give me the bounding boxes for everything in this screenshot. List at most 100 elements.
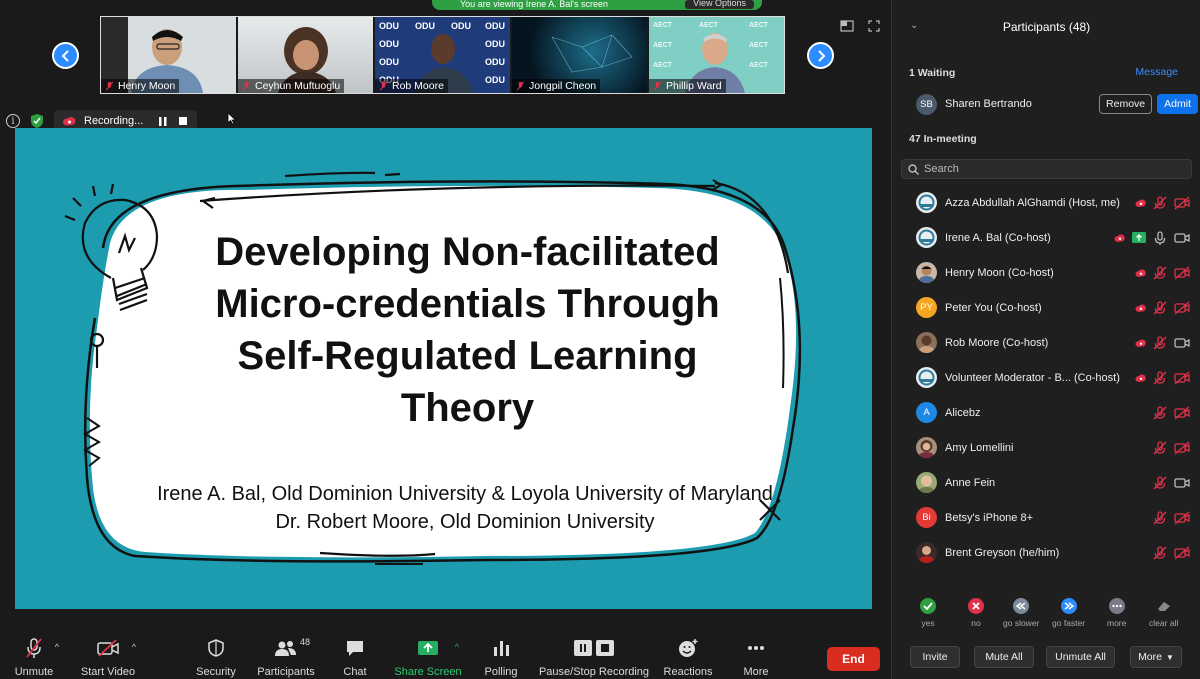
- video-tile-ceyhun-muftuoglu[interactable]: Ceyhun Muftuoglu: [238, 17, 373, 93]
- end-meeting-button[interactable]: End: [827, 647, 880, 671]
- participant-row[interactable]: PY Peter You (Co-host): [892, 290, 1200, 325]
- video-off-icon[interactable]: [1174, 510, 1190, 525]
- svg-text:ODU: ODU: [379, 21, 399, 31]
- video-tile-jongpil-cheon[interactable]: Jongpil Cheon: [512, 17, 647, 93]
- svg-text:AECT: AECT: [653, 42, 673, 49]
- reaction-more[interactable]: more: [1107, 598, 1126, 628]
- video-off-icon[interactable]: [1174, 265, 1190, 280]
- video-tile-henry-moon[interactable]: Henry Moon: [101, 17, 236, 93]
- participant-search: [901, 159, 1192, 179]
- avatar: [916, 227, 937, 248]
- pause-stop-recording-button[interactable]: Pause/Stop Recording: [539, 636, 649, 678]
- reaction-go-faster[interactable]: go faster: [1052, 598, 1085, 628]
- avatar: [916, 437, 937, 458]
- participant-row[interactable]: Amy Lomellini: [892, 430, 1200, 465]
- muted-mic-icon: [242, 81, 251, 91]
- view-options-button[interactable]: View Options: [685, 0, 754, 9]
- muted-mic-icon[interactable]: [1153, 300, 1167, 315]
- video-off-icon[interactable]: [1174, 300, 1190, 315]
- video-icon[interactable]: [1174, 231, 1190, 245]
- share-options-caret[interactable]: ^: [455, 642, 459, 652]
- chevron-right-icon: [817, 49, 825, 62]
- mic-icon[interactable]: [1153, 230, 1167, 245]
- participant-row[interactable]: Brent Greyson (he/him): [892, 535, 1200, 570]
- invite-button[interactable]: Invite: [910, 646, 960, 668]
- participant-row[interactable]: Azza Abdullah AlGhamdi (Host, me): [892, 185, 1200, 220]
- unmute-button[interactable]: ^ Unmute: [15, 636, 59, 678]
- reactions-button[interactable]: Reactions: [664, 636, 712, 678]
- stop-recording-icon[interactable]: [179, 116, 188, 125]
- cloud-record-icon: [63, 117, 76, 126]
- mute-all-button[interactable]: Mute All: [974, 646, 1034, 668]
- video-off-icon[interactable]: [1174, 545, 1190, 560]
- unmute-all-button[interactable]: Unmute All: [1046, 646, 1115, 668]
- admit-button[interactable]: Admit: [1157, 94, 1198, 114]
- muted-mic-icon[interactable]: [1153, 195, 1167, 210]
- message-waiting-link[interactable]: Message: [1135, 66, 1178, 78]
- pause-stop-icon: [574, 640, 614, 656]
- muted-mic-icon[interactable]: [1153, 265, 1167, 280]
- info-icon[interactable]: i: [6, 114, 20, 128]
- participant-row[interactable]: Anne Fein: [892, 465, 1200, 500]
- participant-row[interactable]: Rob Moore (Co-host): [892, 325, 1200, 360]
- video-off-icon[interactable]: [1174, 440, 1190, 455]
- muted-mic-icon[interactable]: [1153, 335, 1167, 350]
- gallery-next-button[interactable]: [807, 42, 834, 69]
- screen-share-banner: You are viewing Irene A. Bal's screen Vi…: [432, 0, 762, 10]
- remove-button[interactable]: Remove: [1099, 94, 1153, 114]
- video-icon[interactable]: [1174, 476, 1190, 490]
- tile-name-label: Ceyhun Muftuoglu: [238, 79, 345, 93]
- meeting-toolbar: ^ Unmute ^ Start Video Security 48 Parti…: [0, 636, 890, 679]
- reaction-clear-all[interactable]: clear all: [1149, 598, 1178, 628]
- panel-footer: Invite Mute All Unmute All More ▼: [892, 646, 1200, 670]
- participants-button[interactable]: 48 Participants: [257, 636, 315, 678]
- share-screen-button[interactable]: ^ Share Screen: [394, 636, 462, 678]
- video-tile-rob-moore[interactable]: ODUODUODUODU ODUODU ODUODU ODUODU Rob Mo…: [375, 17, 510, 93]
- participant-name: Peter You (Co-host): [945, 301, 1042, 314]
- pause-recording-icon[interactable]: [159, 116, 167, 126]
- muted-mic-icon[interactable]: [1153, 405, 1167, 420]
- participant-row[interactable]: Volunteer Moderator - B... (Co-host): [892, 360, 1200, 395]
- gallery-layout-icon[interactable]: [840, 20, 854, 32]
- video-options-caret[interactable]: ^: [132, 642, 136, 652]
- security-shield-icon[interactable]: [30, 113, 44, 129]
- chat-bubble-icon: [347, 641, 363, 656]
- fullscreen-icon[interactable]: [868, 20, 880, 32]
- avatar: Bi: [916, 507, 937, 528]
- polling-button[interactable]: Polling: [484, 636, 518, 678]
- video-off-icon[interactable]: [1174, 405, 1190, 420]
- tile-name-label: Jongpil Cheon: [512, 79, 601, 93]
- video-icon[interactable]: [1174, 336, 1190, 350]
- participant-row[interactable]: Bi Betsy's iPhone 8+: [892, 500, 1200, 535]
- reaction-go-slower[interactable]: go slower: [1003, 598, 1039, 628]
- muted-mic-icon[interactable]: [1153, 545, 1167, 560]
- muted-mic-icon[interactable]: [1153, 370, 1167, 385]
- more-dots-icon: [748, 646, 764, 650]
- unmute-options-caret[interactable]: ^: [55, 642, 59, 652]
- participant-row[interactable]: Henry Moon (Co-host): [892, 255, 1200, 290]
- participant-name: Henry Moon (Co-host): [945, 266, 1054, 279]
- reaction-no[interactable]: no: [968, 598, 984, 628]
- search-input[interactable]: [924, 163, 1174, 175]
- svg-text:ODU: ODU: [485, 21, 505, 31]
- more-options-button[interactable]: More ▼: [1130, 646, 1182, 668]
- chat-button[interactable]: Chat: [341, 636, 369, 678]
- reaction-yes[interactable]: yes: [920, 598, 936, 628]
- more-button[interactable]: More: [742, 636, 770, 678]
- muted-mic-icon[interactable]: [1153, 440, 1167, 455]
- muted-mic-icon[interactable]: [1153, 510, 1167, 525]
- gallery-prev-button[interactable]: [52, 42, 79, 69]
- video-tile-phillip-ward[interactable]: AECT AECT AECT AECT AECT AECT AECT Phillip W…: [649, 17, 784, 93]
- mouse-cursor-icon: [227, 112, 237, 125]
- video-off-icon[interactable]: [1174, 370, 1190, 385]
- svg-text:ODU: ODU: [485, 75, 505, 85]
- muted-mic-icon[interactable]: [1153, 475, 1167, 490]
- start-video-button[interactable]: ^ Start Video: [81, 636, 136, 678]
- chevron-down-icon: ▼: [1166, 652, 1174, 662]
- muted-mic-icon: [379, 81, 388, 91]
- participant-row[interactable]: A Alicebz: [892, 395, 1200, 430]
- video-off-icon[interactable]: [1174, 195, 1190, 210]
- in-meeting-label: 47 In-meeting: [909, 133, 977, 145]
- security-button[interactable]: Security: [196, 636, 236, 678]
- participant-row[interactable]: Irene A. Bal (Co-host): [892, 220, 1200, 255]
